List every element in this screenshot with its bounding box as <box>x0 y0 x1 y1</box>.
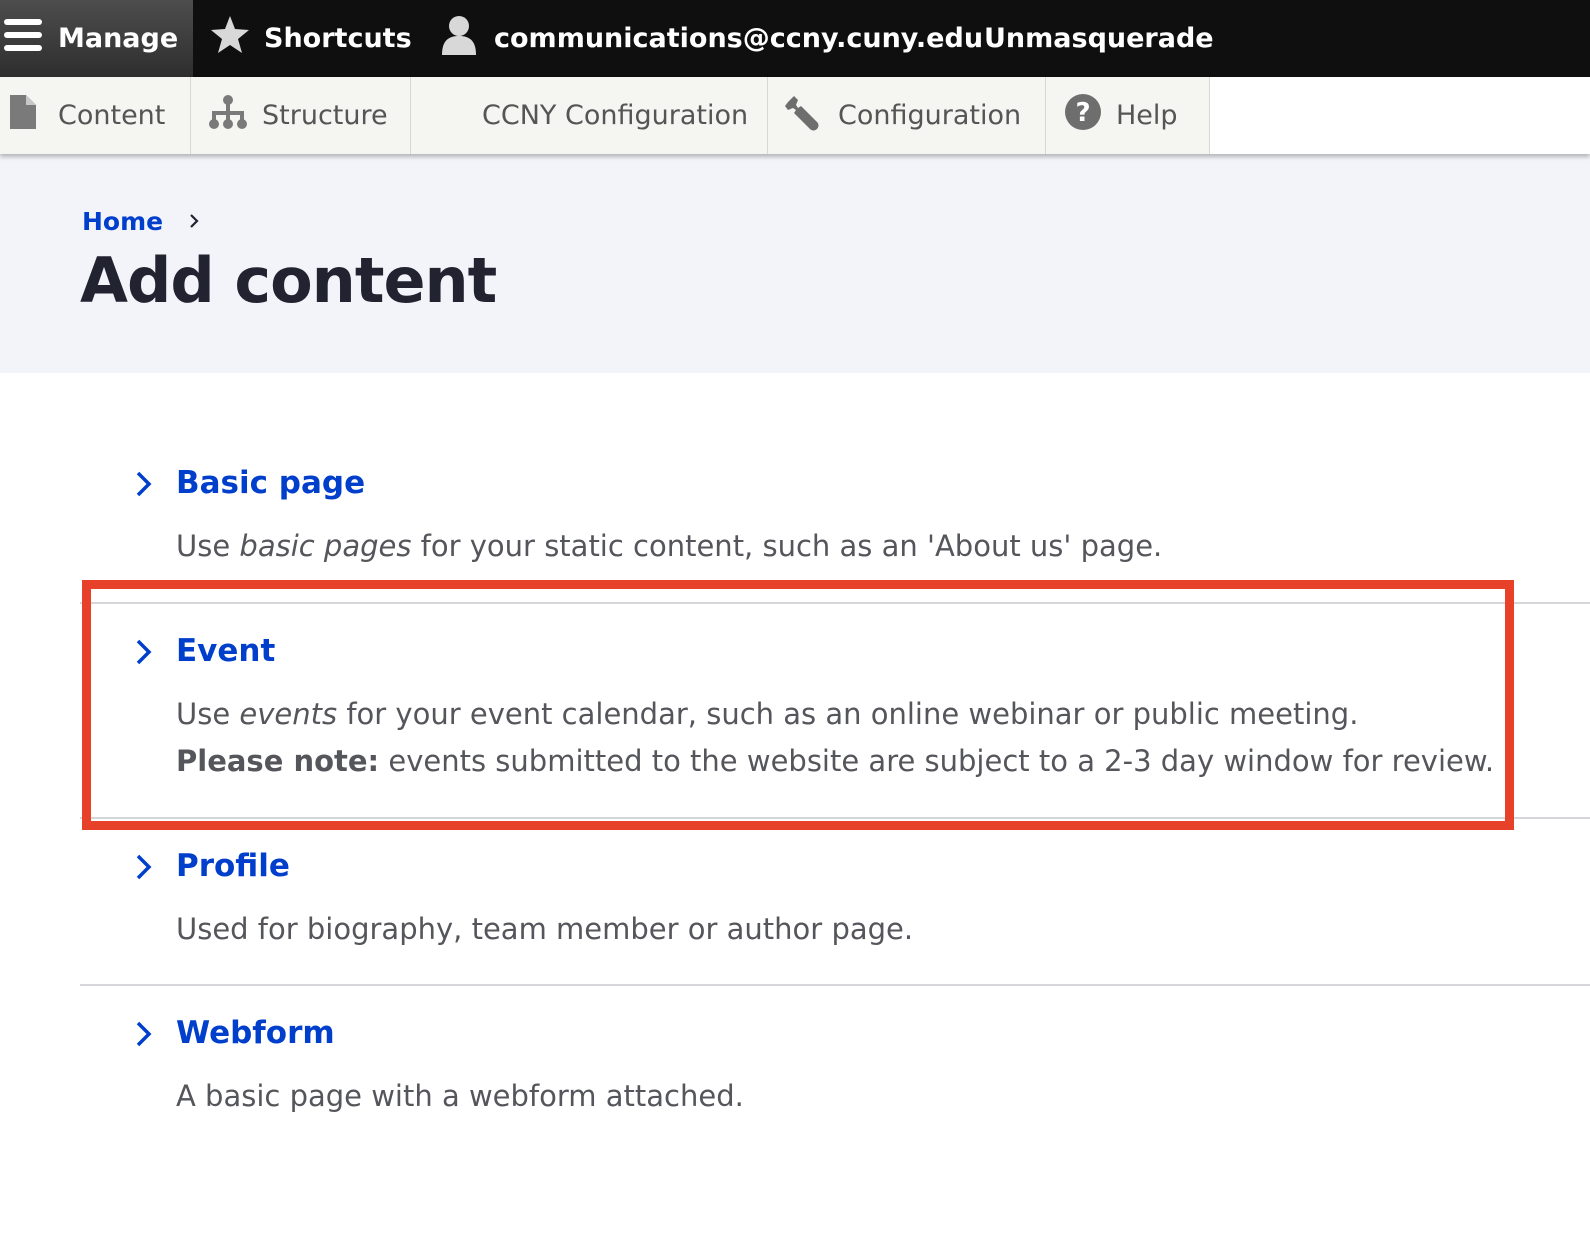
manage-label: Manage <box>58 23 179 54</box>
breadcrumb-separator-icon <box>187 207 201 236</box>
webform-link[interactable]: Webform <box>176 1015 335 1051</box>
chevron-right-icon <box>133 1019 155 1053</box>
chevron-right-icon <box>133 852 155 886</box>
breadcrumb: Home <box>82 207 201 236</box>
shortcuts-button[interactable]: Shortcuts <box>210 0 412 77</box>
tray-item-label: Structure <box>262 100 388 131</box>
user-icon <box>440 15 478 62</box>
help-circle-icon: ? <box>1064 93 1102 138</box>
page-header: Home Add content <box>0 154 1590 373</box>
tray-item-ccny-configuration[interactable]: CCNY Configuration <box>411 77 768 154</box>
event-link[interactable]: Event <box>176 633 275 669</box>
sitemap-icon <box>208 94 248 137</box>
user-account-button[interactable]: communications@ccny.cuny.edu <box>440 0 983 77</box>
list-divider <box>80 984 1590 986</box>
file-icon <box>10 95 36 136</box>
user-label: communications@ccny.cuny.edu <box>494 23 984 54</box>
tray-item-help[interactable]: ? Help <box>1046 77 1210 154</box>
unmasquerade-link[interactable]: Unmasquerade <box>984 0 1214 77</box>
webform-description: A basic page with a webform attached. <box>176 1079 744 1113</box>
wrench-icon <box>784 92 824 139</box>
event-review-note: Please note: events submitted to the web… <box>176 744 1495 778</box>
star-icon <box>210 15 250 62</box>
chevron-right-icon <box>133 637 155 671</box>
profile-description: Used for biography, team member or autho… <box>176 912 914 946</box>
shortcuts-label: Shortcuts <box>264 23 412 54</box>
event-description: Use events for your event calendar, such… <box>176 697 1359 731</box>
page-title: Add content <box>80 244 497 317</box>
chevron-right-icon <box>133 469 155 503</box>
admin-tray: Content Structure CCNY Configuration Con… <box>0 77 1590 154</box>
tray-item-label: Configuration <box>838 100 1022 131</box>
list-divider <box>80 817 1590 819</box>
manage-button[interactable]: Manage <box>0 0 193 77</box>
tray-item-content[interactable]: Content <box>0 77 191 154</box>
tray-item-structure[interactable]: Structure <box>191 77 411 154</box>
hamburger-icon <box>4 15 44 62</box>
profile-link[interactable]: Profile <box>176 848 290 884</box>
tray-item-configuration[interactable]: Configuration <box>768 77 1046 154</box>
breadcrumb-home-link[interactable]: Home <box>82 207 163 236</box>
tray-item-label: Content <box>58 100 166 131</box>
list-divider <box>80 602 1590 604</box>
svg-text:?: ? <box>1075 98 1090 128</box>
tray-item-label: Help <box>1116 100 1178 131</box>
basic-page-description: Use basic pages for your static content,… <box>176 529 1163 563</box>
admin-toolbar: Manage Shortcuts communications@ccny.cun… <box>0 0 1590 77</box>
basic-page-link[interactable]: Basic page <box>176 465 365 501</box>
tray-item-label: CCNY Configuration <box>482 100 749 131</box>
unmasquerade-label: Unmasquerade <box>984 23 1214 54</box>
